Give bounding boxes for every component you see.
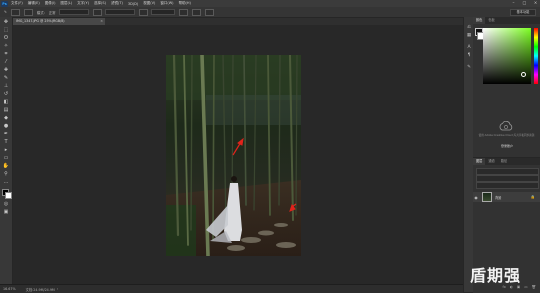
layers-panel-tabs: 图层 通道 路径 <box>473 158 540 165</box>
menu-type[interactable]: 文字(Y) <box>77 1 89 6</box>
crop-tool-icon[interactable]: ⌗ <box>2 51 10 58</box>
menu-file[interactable]: 文件(F) <box>11 1 23 6</box>
zoom-tool-icon[interactable]: ⚲ <box>2 171 10 178</box>
menu-window[interactable]: 窗口(W) <box>160 1 173 6</box>
sign-in-button[interactable]: 登录账户 <box>497 144 517 149</box>
gradient-tool-icon[interactable]: ▤ <box>2 107 10 114</box>
brush-preset-icon[interactable]: ✎ <box>4 9 7 15</box>
path-select-tool-icon[interactable]: ▸ <box>2 147 10 154</box>
eyedropper-tool-icon[interactable]: ⁄ <box>2 59 10 66</box>
close-tab-icon[interactable]: × <box>100 18 103 25</box>
libraries-message: 使用 Adobe Creative Cloud 库共享和同步资源 <box>478 134 535 137</box>
quick-select-tool-icon[interactable]: ✧ <box>2 43 10 50</box>
brush-settings-icon[interactable]: ✎ <box>466 65 472 71</box>
layer-filter-select[interactable] <box>476 168 539 175</box>
move-tool-icon[interactable]: ✥ <box>2 19 10 26</box>
window-controls: – □ × <box>511 1 538 5</box>
bamboo-forest-photo <box>166 55 301 256</box>
character-icon[interactable]: A <box>466 45 472 51</box>
paragraph-icon[interactable]: ¶ <box>466 53 472 59</box>
menu-filter[interactable]: 滤镜(T) <box>111 1 123 6</box>
history-brush-tool-icon[interactable]: ↺ <box>2 91 10 98</box>
tab-channels[interactable]: 通道 <box>485 158 497 165</box>
lasso-tool-icon[interactable]: ʘ <box>2 35 10 42</box>
mode-select[interactable]: 正常 <box>49 9 56 15</box>
menu-layer[interactable]: 图层(L) <box>60 1 72 6</box>
tab-swatches[interactable]: 色板 <box>485 17 497 24</box>
menu-view[interactable]: 视图(V) <box>143 1 155 6</box>
visibility-eye-icon[interactable]: ◉ <box>473 195 479 200</box>
color-panel <box>473 24 540 92</box>
dodge-tool-icon[interactable]: ● <box>2 123 10 130</box>
marquee-tool-icon[interactable]: ⬚ <box>2 27 10 34</box>
opacity-field[interactable] <box>58 9 89 15</box>
blur-tool-icon[interactable]: ◆ <box>2 115 10 122</box>
photoshop-logo: Ps <box>1 0 8 7</box>
brush-size-picker[interactable] <box>10 8 20 16</box>
quick-mask-icon[interactable]: ◎ <box>2 201 10 208</box>
color-panel-tabs: 颜色 色板 <box>473 17 540 24</box>
menu-help[interactable]: 帮助(H) <box>179 1 191 6</box>
menu-3d[interactable]: 3D(D) <box>128 2 138 6</box>
tools-panel: ✥ ⬚ ʘ ✧ ⌗ ⁄ ✚ ✎ ⊥ ↺ ◧ ▤ ◆ ● ✒ T ▸ ▭ ✋ ⚲ … <box>0 17 13 287</box>
more-tools-icon[interactable]: … <box>2 179 10 186</box>
tab-layers[interactable]: 图层 <box>473 158 486 165</box>
settings-gear-icon[interactable] <box>178 8 188 16</box>
document-tab-bar: IMG_1347.JPG @ 25%(RGB/8) × <box>13 18 463 25</box>
tab-paths[interactable]: 路径 <box>498 158 510 165</box>
pressure-opacity-icon[interactable] <box>92 8 102 16</box>
brush-tool-icon[interactable]: ✎ <box>2 75 10 82</box>
screen-mode-icon[interactable]: ▣ <box>2 209 10 216</box>
eraser-tool-icon[interactable]: ◧ <box>2 99 10 106</box>
properties-icon[interactable]: ▦ <box>466 33 472 39</box>
close-icon[interactable]: × <box>533 1 538 5</box>
maximize-icon[interactable]: □ <box>522 1 527 5</box>
lock-icon: 🔒 <box>530 195 535 199</box>
pen-tool-icon[interactable]: ✒ <box>2 131 10 138</box>
watermark-logo: 盾期强 <box>470 266 522 285</box>
brush-panel-toggle[interactable] <box>23 8 33 16</box>
healing-tool-icon[interactable]: ✚ <box>2 67 10 74</box>
document-tab-title: IMG_1347.JPG @ 25%(RGB/8) <box>16 19 65 23</box>
status-menu-arrow-icon[interactable]: › <box>57 287 58 291</box>
creative-cloud-icon <box>499 121 513 131</box>
stamp-tool-icon[interactable]: ⊥ <box>2 83 10 90</box>
blend-mode-select[interactable] <box>476 175 539 182</box>
minimize-icon[interactable]: – <box>511 1 516 5</box>
document-tab[interactable]: IMG_1347.JPG @ 25%(RGB/8) × <box>13 18 105 25</box>
layer-thumbnail <box>482 192 492 202</box>
options-bar: ✎ 模式: 正常 基本功能 <box>0 7 540 18</box>
shape-tool-icon[interactable]: ▭ <box>2 155 10 162</box>
type-tool-icon[interactable]: T <box>2 139 10 146</box>
layer-name: 背景 <box>495 195 502 200</box>
menu-edit[interactable]: 编辑(E) <box>28 1 40 6</box>
history-icon[interactable]: ⎌ <box>466 25 472 31</box>
right-panel-dock: 颜色 色板 使用 Adobe Creative Cloud 库共享和同步资源 登… <box>473 17 540 293</box>
smoothing-field[interactable] <box>150 9 175 15</box>
layer-row-background[interactable]: ◉ 背景 🔒 <box>473 192 540 202</box>
document-size: 文档:24.9M/24.9M <box>25 287 55 292</box>
symmetry-icon[interactable] <box>204 8 214 16</box>
document-canvas-image[interactable] <box>166 55 301 256</box>
mode-label: 模式: <box>36 10 45 15</box>
airbrush-icon[interactable] <box>138 8 148 16</box>
zoom-level[interactable]: 16.67% <box>3 287 16 291</box>
tab-color[interactable]: 颜色 <box>473 17 486 24</box>
flow-field[interactable] <box>104 9 135 15</box>
menu-bar: Ps 文件(F) 编辑(E) 图像(I) 图层(L) 文字(Y) 选择(S) 滤… <box>0 0 540 7</box>
menu-select[interactable]: 选择(S) <box>94 1 106 6</box>
background-color-swatch[interactable] <box>5 192 12 199</box>
hand-tool-icon[interactable]: ✋ <box>2 163 10 170</box>
workspace-select[interactable]: 基本功能 <box>510 9 536 16</box>
color-picker-cursor[interactable] <box>521 72 526 77</box>
menu-image[interactable]: 图像(I) <box>45 1 56 6</box>
lock-options-row[interactable] <box>476 182 539 189</box>
pressure-size-icon[interactable] <box>191 8 201 16</box>
hue-slider[interactable] <box>534 28 538 84</box>
color-picker-field[interactable] <box>483 28 531 84</box>
